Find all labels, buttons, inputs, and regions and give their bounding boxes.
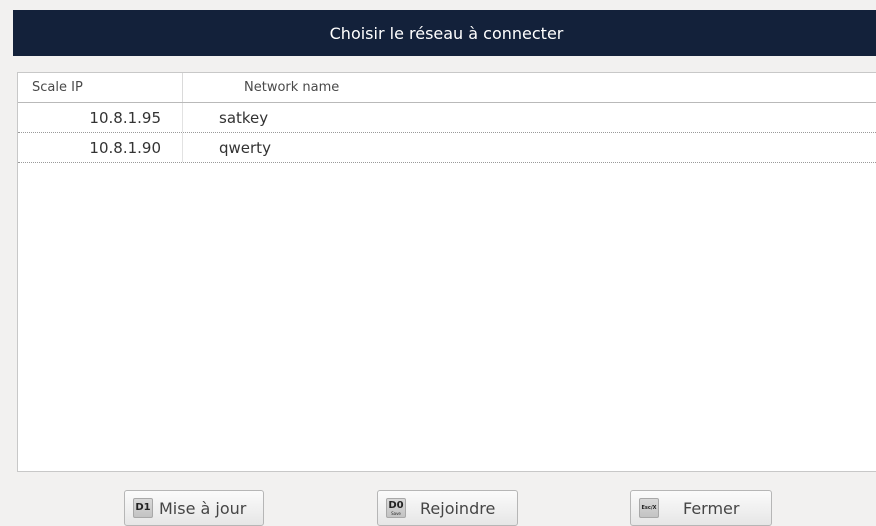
d0-key-sub-label: Save (391, 510, 401, 516)
join-button-label: Rejoindre (420, 498, 496, 518)
dialog-title: Choisir le réseau à connecter (13, 10, 876, 56)
cell-scale-ip: 10.8.1.95 (18, 103, 183, 132)
dialog-footer: D1 Mise à jour D0 Save Rejoindre Esc/X F… (0, 472, 876, 526)
cell-scale-ip: 10.8.1.90 (18, 133, 183, 162)
d1-key-icon: D1 (133, 498, 153, 518)
column-header-scale-ip[interactable]: Scale IP (18, 73, 183, 102)
d1-key-label: D1 (135, 502, 151, 513)
table-row[interactable]: 10.8.1.95 satkey (18, 103, 876, 133)
table-header: Scale IP Network name (18, 73, 876, 103)
join-button[interactable]: D0 Save Rejoindre (377, 490, 518, 526)
dialog-title-text: Choisir le réseau à connecter (329, 23, 564, 43)
close-button-label: Fermer (683, 498, 740, 518)
escape-key-icon: Esc/X (639, 498, 659, 518)
cell-network-name: satkey (219, 108, 269, 127)
cell-network-name: qwerty (219, 138, 271, 157)
escape-key-label: Esc/X (641, 504, 657, 511)
d0-key-icon: D0 Save (386, 498, 406, 518)
update-button[interactable]: D1 Mise à jour (124, 490, 264, 526)
close-button[interactable]: Esc/X Fermer (630, 490, 772, 526)
column-header-network-name[interactable]: Network name (183, 73, 876, 102)
d0-key-label: D0 (388, 499, 404, 511)
table-row[interactable]: 10.8.1.90 qwerty (18, 133, 876, 163)
update-button-label: Mise à jour (159, 498, 247, 518)
network-table[interactable]: Scale IP Network name 10.8.1.95 satkey 1… (17, 72, 876, 472)
